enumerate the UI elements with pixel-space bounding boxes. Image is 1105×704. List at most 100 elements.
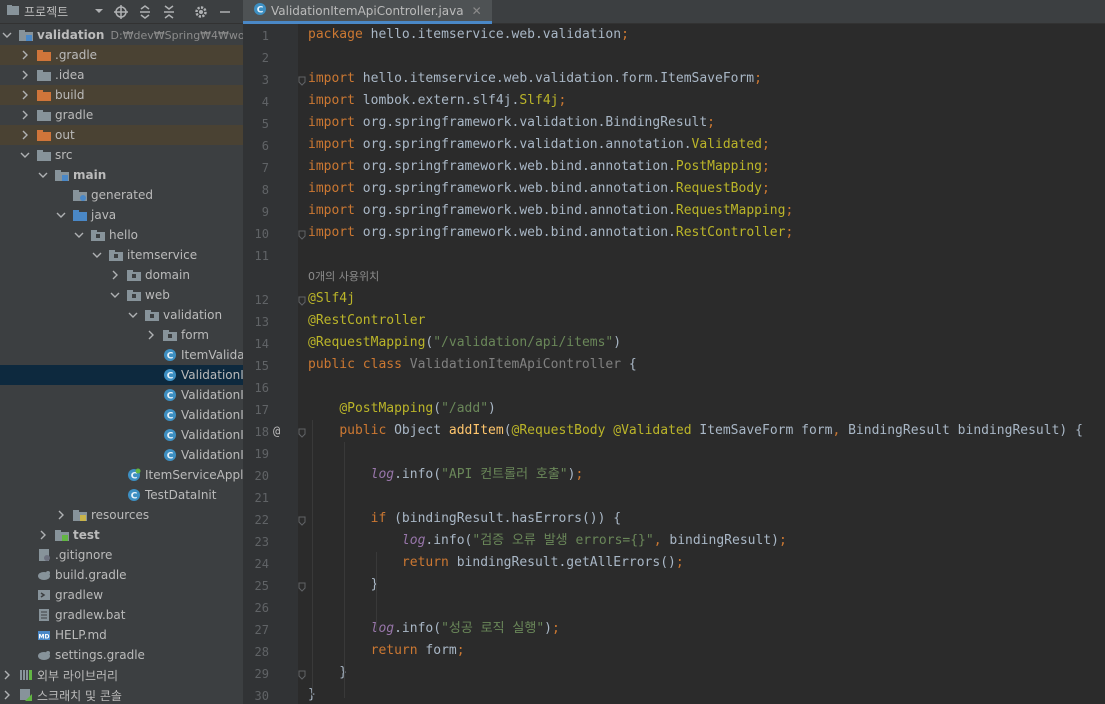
chevron-right-icon[interactable] bbox=[109, 265, 121, 285]
code-line[interactable]: import org.springframework.web.bind.anno… bbox=[308, 178, 770, 200]
gear-icon[interactable] bbox=[194, 5, 208, 19]
code-line[interactable]: import hello.itemservice.web.validation.… bbox=[308, 68, 762, 90]
chevron-down-icon[interactable] bbox=[109, 285, 121, 305]
chevron-right-icon[interactable] bbox=[19, 65, 31, 85]
implementation-marker-icon[interactable]: @ bbox=[273, 424, 280, 438]
tab-validation-item-api-controller[interactable]: C ValidationItemApiController.java ✕ bbox=[243, 0, 492, 24]
tree-item[interactable]: resources bbox=[0, 505, 243, 525]
line-number: 7 bbox=[261, 161, 269, 175]
tree-item[interactable]: settings.gradle bbox=[0, 645, 243, 665]
tree-item[interactable]: test bbox=[0, 525, 243, 545]
line-number: 18 bbox=[254, 425, 269, 439]
chevron-down-icon[interactable] bbox=[55, 205, 67, 225]
tree-item[interactable]: web bbox=[0, 285, 243, 305]
tree-item[interactable]: 외부 라이브러리 bbox=[0, 665, 243, 685]
tree-item-label: resources bbox=[91, 508, 150, 522]
chevron-down-icon[interactable] bbox=[91, 245, 103, 265]
line-number: 24 bbox=[254, 557, 269, 571]
chevron-right-icon[interactable] bbox=[19, 105, 31, 125]
tree-item[interactable]: domain bbox=[0, 265, 243, 285]
tree-item[interactable]: .gradle bbox=[0, 45, 243, 65]
locate-file-icon[interactable] bbox=[114, 4, 129, 19]
code-token: ; bbox=[761, 181, 770, 196]
tree-item[interactable]: build bbox=[0, 85, 243, 105]
code-line[interactable]: public Object addItem(@RequestBody @Vali… bbox=[308, 420, 1083, 442]
code-line[interactable]: public class ValidationItemApiController… bbox=[308, 354, 637, 376]
code-line[interactable]: import org.springframework.web.bind.anno… bbox=[308, 200, 793, 222]
tree-item[interactable]: java bbox=[0, 205, 243, 225]
code-area[interactable]: 0개의 사용위치 package hello.itemservice.web.v… bbox=[298, 24, 1105, 704]
chevron-right-icon[interactable] bbox=[19, 125, 31, 145]
tree-item[interactable]: 스크래치 및 콘솔 bbox=[0, 685, 243, 704]
tree-item[interactable]: src bbox=[0, 145, 243, 165]
code-line[interactable]: import lombok.extern.slf4j.Slf4j; bbox=[308, 90, 566, 112]
code-line[interactable]: return bindingResult.getAllErrors(); bbox=[308, 552, 684, 574]
code-line[interactable]: @RestController bbox=[308, 310, 425, 332]
tree-item[interactable]: .idea bbox=[0, 65, 243, 85]
tree-item[interactable]: C ItemValidat bbox=[0, 345, 243, 365]
tree-item[interactable]: C TestDataInit bbox=[0, 485, 243, 505]
code-token: if bbox=[370, 511, 395, 526]
code-token: import bbox=[308, 203, 363, 218]
tree-item[interactable]: form bbox=[0, 325, 243, 345]
tree-item[interactable]: validation D:₩dev₩Spring₩4₩worksp bbox=[0, 25, 243, 45]
project-view-selector[interactable]: 프로젝트 bbox=[6, 3, 104, 20]
code-line[interactable]: @PostMapping("/add") bbox=[308, 398, 496, 420]
tree-item[interactable]: gradlew bbox=[0, 585, 243, 605]
tree-item[interactable]: MD HELP.md bbox=[0, 625, 243, 645]
chevron-right-icon[interactable] bbox=[19, 45, 31, 65]
usage-hint[interactable]: 0개의 사용위치 bbox=[308, 268, 379, 284]
tree-item[interactable]: itemservice bbox=[0, 245, 243, 265]
tree-item[interactable]: build.gradle bbox=[0, 565, 243, 585]
code-line[interactable]: import org.springframework.web.bind.anno… bbox=[308, 156, 770, 178]
hide-panel-icon[interactable] bbox=[218, 5, 232, 19]
tree-item[interactable]: C ValidationIt bbox=[0, 405, 243, 425]
close-icon[interactable]: ✕ bbox=[472, 4, 482, 18]
tree-item[interactable]: C ValidationIt bbox=[0, 425, 243, 445]
chevron-right-icon[interactable] bbox=[19, 85, 31, 105]
code-token: @RestController bbox=[308, 313, 426, 328]
code-line[interactable]: import org.springframework.validation.Bi… bbox=[308, 112, 715, 134]
tree-item[interactable]: gradlew.bat bbox=[0, 605, 243, 625]
code-line[interactable]: import org.springframework.web.bind.anno… bbox=[308, 222, 793, 244]
tree-item[interactable]: C ItemServiceApplic bbox=[0, 465, 243, 485]
chevron-down-icon[interactable] bbox=[127, 305, 139, 325]
code-line[interactable]: log.info("API 컨트롤러 호출"); bbox=[308, 464, 584, 486]
code-line[interactable]: @Slf4j bbox=[308, 288, 355, 310]
tree-item[interactable]: hello bbox=[0, 225, 243, 245]
chevron-right-icon[interactable] bbox=[1, 685, 13, 704]
chevron-right-icon[interactable] bbox=[145, 325, 157, 345]
tree-item[interactable]: C ValidationIt bbox=[0, 385, 243, 405]
chevron-right-icon[interactable] bbox=[55, 505, 67, 525]
chevron-right-icon[interactable] bbox=[37, 525, 49, 545]
tree-item[interactable]: gradle bbox=[0, 105, 243, 125]
code-line[interactable]: @RequestMapping("/validation/api/items") bbox=[308, 332, 621, 354]
chevron-down-icon[interactable] bbox=[73, 225, 85, 245]
tree-item-label: main bbox=[73, 168, 107, 182]
tree-item[interactable]: generated bbox=[0, 185, 243, 205]
tree-item[interactable]: validation bbox=[0, 305, 243, 325]
tree-item[interactable]: C ValidationIt bbox=[0, 445, 243, 465]
code-line[interactable]: return form; bbox=[308, 640, 465, 662]
tree-item[interactable]: .gitignore bbox=[0, 545, 243, 565]
code-line[interactable]: log.info("성공 로직 실행"); bbox=[308, 618, 560, 640]
line-number-gutter[interactable]: 1 2 3 4 5 6 7 8 9 10 11 12 13 14 15 16 17 18 @19 20 21 22 23 24… bbox=[243, 24, 306, 704]
expand-all-icon[interactable] bbox=[138, 4, 152, 19]
tree-item[interactable]: out bbox=[0, 125, 243, 145]
code-line[interactable]: log.info("검증 오류 발생 errors={}", bindingRe… bbox=[308, 530, 787, 552]
generated-folder-icon bbox=[73, 188, 87, 202]
chevron-down-icon[interactable] bbox=[1, 25, 13, 45]
collapse-all-icon[interactable] bbox=[162, 4, 176, 19]
chevron-down-icon[interactable] bbox=[19, 145, 31, 165]
code-line[interactable]: import org.springframework.validation.an… bbox=[308, 134, 770, 156]
chevron-right-icon[interactable] bbox=[1, 665, 13, 685]
tree-item[interactable]: main bbox=[0, 165, 243, 185]
code-line[interactable]: package hello.itemservice.web.validation… bbox=[308, 24, 629, 46]
chevron-down-icon[interactable] bbox=[37, 165, 49, 185]
line-number: 2 bbox=[261, 51, 269, 65]
tree-item[interactable]: C ValidationIt bbox=[0, 365, 243, 385]
code-line[interactable]: if (bindingResult.hasErrors()) { bbox=[308, 508, 621, 530]
code-line[interactable]: } bbox=[308, 662, 347, 684]
